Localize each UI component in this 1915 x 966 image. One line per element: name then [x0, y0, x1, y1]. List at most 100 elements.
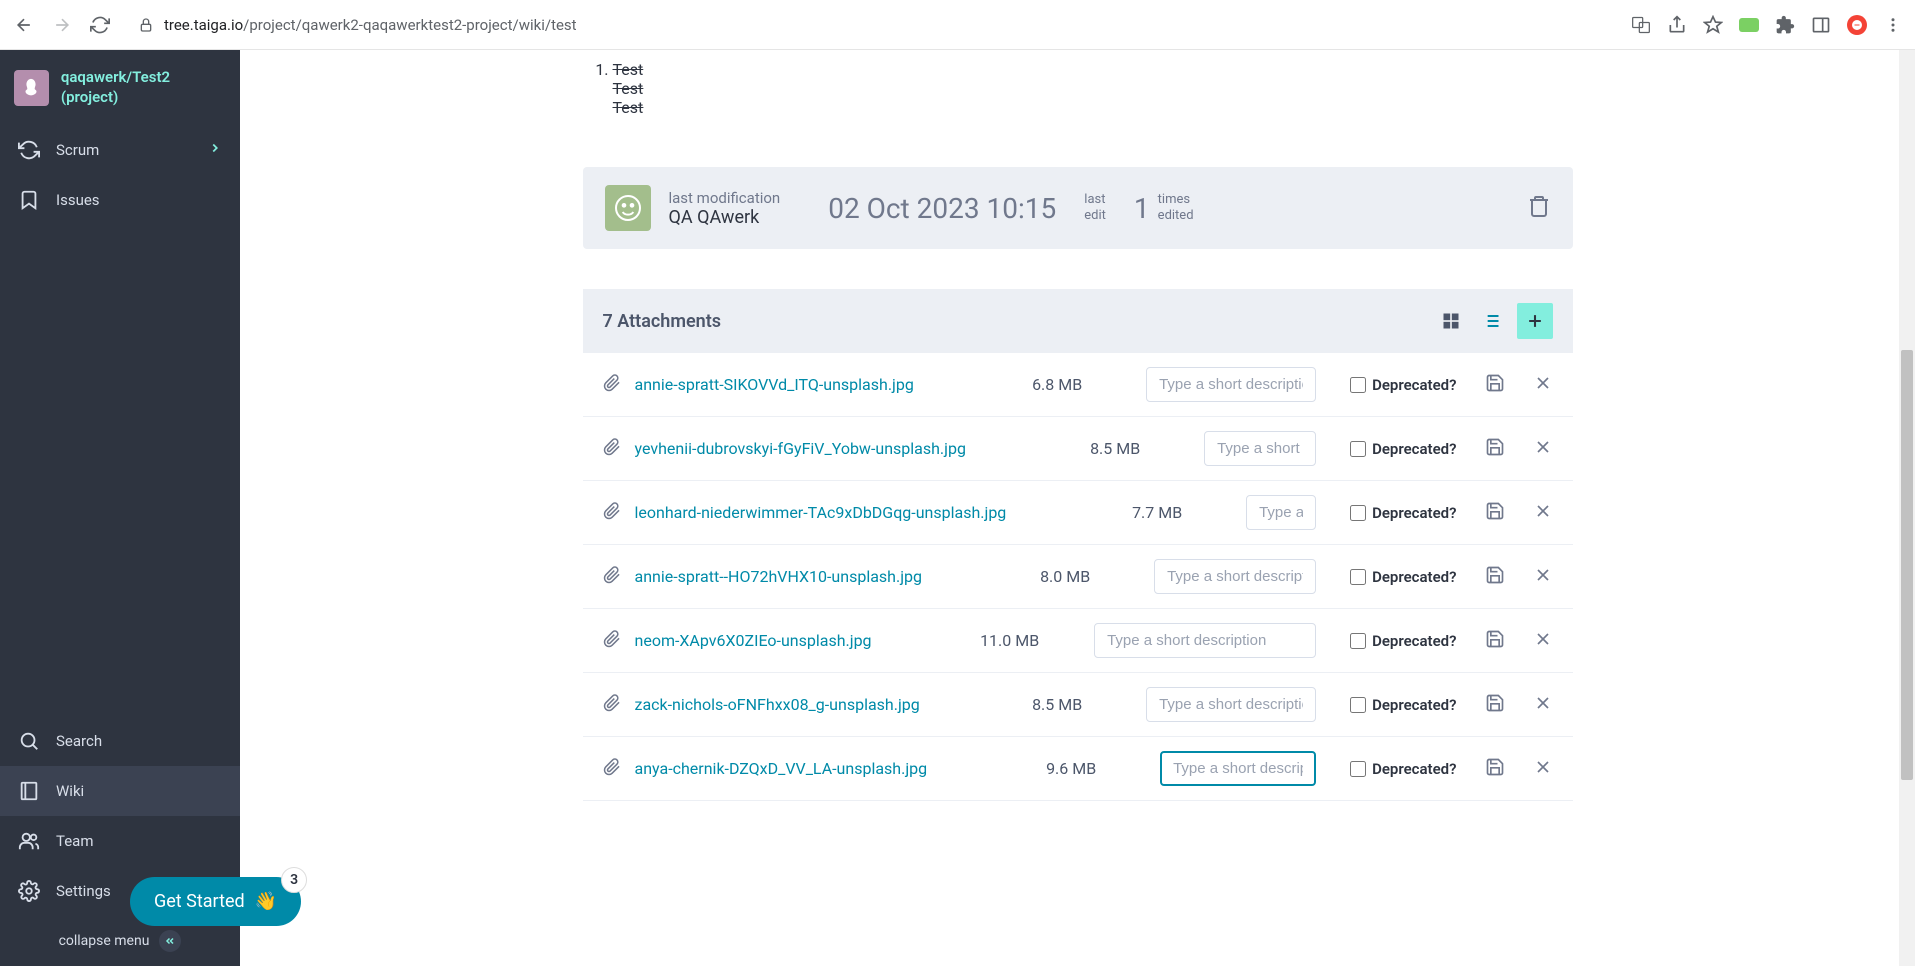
- paperclip-icon: [603, 374, 621, 396]
- sidebar-item-wiki[interactable]: Wiki: [0, 766, 240, 816]
- lock-icon: [138, 17, 154, 33]
- save-icon[interactable]: [1485, 565, 1505, 589]
- sidebar-item-scrum[interactable]: Scrum: [0, 125, 240, 175]
- share-icon[interactable]: [1667, 15, 1687, 35]
- close-icon[interactable]: [1533, 373, 1553, 397]
- attachments-header: 7 Attachments: [583, 289, 1573, 353]
- project-logo: [14, 70, 49, 106]
- close-icon[interactable]: [1533, 565, 1553, 589]
- ext-red-icon[interactable]: [1847, 15, 1867, 35]
- attachment-name[interactable]: zack-nichols-oFNFhxx08_g-unsplash.jpg: [635, 695, 920, 714]
- save-icon[interactable]: [1485, 437, 1505, 461]
- sidebar-item-search[interactable]: Search: [0, 716, 240, 766]
- attachments-title: 7 Attachments: [603, 311, 722, 332]
- attachment-description-input[interactable]: [1246, 495, 1316, 530]
- attachment-size: 8.5 MB: [1090, 439, 1170, 458]
- paperclip-icon: [603, 758, 621, 780]
- main-content: Test Test Test last modification QA QAwe…: [240, 50, 1915, 966]
- reload-button[interactable]: [88, 13, 112, 37]
- scrollbar[interactable]: [1899, 50, 1915, 966]
- translate-icon[interactable]: [1631, 15, 1651, 35]
- sidebar: qaqawerk/Test2 (project) Scrum Issues Se…: [0, 50, 240, 966]
- delete-button[interactable]: [1527, 194, 1551, 222]
- ext-green-icon[interactable]: [1739, 15, 1759, 35]
- attachment-name[interactable]: annie-spratt--HO72hVHX10-unsplash.jpg: [635, 567, 923, 586]
- close-icon[interactable]: [1533, 437, 1553, 461]
- get-started-badge: 3: [281, 867, 307, 893]
- bookmark-icon: [18, 189, 40, 211]
- paperclip-icon: [603, 502, 621, 524]
- browser-toolbar: tree.taiga.io/project/qawerk2-qaqawerkte…: [0, 0, 1915, 50]
- sidebar-item-label: Team: [56, 832, 94, 850]
- attachment-description-input[interactable]: [1160, 751, 1316, 786]
- deprecated-checkbox[interactable]: Deprecated?: [1350, 376, 1456, 394]
- attachment-description-input[interactable]: [1146, 687, 1316, 722]
- project-header[interactable]: qaqawerk/Test2 (project): [0, 50, 240, 125]
- url-path: /project/qawerk2-qaqawerktest2-project/w…: [243, 16, 576, 34]
- sidebar-item-label: Scrum: [56, 141, 99, 159]
- close-icon[interactable]: [1533, 693, 1553, 717]
- gear-icon: [18, 880, 40, 902]
- get-started-button[interactable]: Get Started 👋 3: [130, 877, 301, 926]
- deprecated-checkbox[interactable]: Deprecated?: [1350, 696, 1456, 714]
- attachments-list: annie-spratt-SIKOVVd_ITQ-unsplash.jpg 6.…: [583, 353, 1573, 801]
- modification-bar: last modification QA QAwerk 02 Oct 2023 …: [583, 167, 1573, 249]
- wiki-body: Test Test Test: [583, 60, 1573, 117]
- save-icon[interactable]: [1485, 693, 1505, 717]
- address-bar[interactable]: tree.taiga.io/project/qawerk2-qaqawerkte…: [126, 8, 1617, 42]
- attachment-size: 8.5 MB: [1032, 695, 1112, 714]
- deprecated-checkbox[interactable]: Deprecated?: [1350, 504, 1456, 522]
- people-icon: [18, 830, 40, 852]
- deprecated-checkbox[interactable]: Deprecated?: [1350, 440, 1456, 458]
- attachment-row: annie-spratt-SIKOVVd_ITQ-unsplash.jpg 6.…: [583, 353, 1573, 417]
- attachment-size: 7.7 MB: [1132, 503, 1212, 522]
- attachment-size: 8.0 MB: [1040, 567, 1120, 586]
- attachment-size: 11.0 MB: [980, 631, 1060, 650]
- deprecated-checkbox[interactable]: Deprecated?: [1350, 760, 1456, 778]
- star-icon[interactable]: [1703, 15, 1723, 35]
- sidebar-item-label: Settings: [56, 882, 111, 900]
- close-icon[interactable]: [1533, 501, 1553, 525]
- sidebar-item-label: Issues: [56, 191, 100, 209]
- attachment-name[interactable]: anya-chernik-DZQxD_VV_LA-unsplash.jpg: [635, 759, 928, 778]
- save-icon[interactable]: [1485, 757, 1505, 781]
- add-attachment-button[interactable]: [1517, 303, 1553, 339]
- get-started-label: Get Started: [154, 891, 245, 912]
- attachment-description-input[interactable]: [1204, 431, 1316, 466]
- back-button[interactable]: [12, 13, 36, 37]
- view-grid-button[interactable]: [1433, 303, 1469, 339]
- close-icon[interactable]: [1533, 757, 1553, 781]
- attachment-name[interactable]: yevhenii-dubrovskyi-fGyFiV_Yobw-unsplash…: [635, 439, 966, 458]
- avatar: [605, 185, 651, 231]
- sidebar-item-issues[interactable]: Issues: [0, 175, 240, 225]
- save-icon[interactable]: [1485, 629, 1505, 653]
- attachment-row: anya-chernik-DZQxD_VV_LA-unsplash.jpg 9.…: [583, 737, 1573, 801]
- forward-button[interactable]: [50, 13, 74, 37]
- close-icon[interactable]: [1533, 629, 1553, 653]
- sidebar-item-team[interactable]: Team: [0, 816, 240, 866]
- url-host: tree.taiga.io: [164, 16, 243, 34]
- attachment-description-input[interactable]: [1154, 559, 1316, 594]
- attachment-row: neom-XApv6X0ZIEo-unsplash.jpg 11.0 MB De…: [583, 609, 1573, 673]
- collapse-label: collapse menu: [59, 933, 150, 949]
- project-name: qaqawerk/Test2 (project): [61, 68, 226, 107]
- extensions-icon[interactable]: [1775, 15, 1795, 35]
- mod-times: 1: [1134, 192, 1150, 225]
- attachment-name[interactable]: leonhard-niederwimmer-TAc9xDbDGqg-unspla…: [635, 503, 1007, 522]
- attachment-name[interactable]: neom-XApv6X0ZIEo-unsplash.jpg: [635, 631, 872, 650]
- menu-icon[interactable]: [1883, 15, 1903, 35]
- wave-icon: 👋: [255, 891, 277, 912]
- deprecated-checkbox[interactable]: Deprecated?: [1350, 632, 1456, 650]
- attachment-name[interactable]: annie-spratt-SIKOVVd_ITQ-unsplash.jpg: [635, 375, 914, 394]
- attachment-description-input[interactable]: [1146, 367, 1316, 402]
- deprecated-checkbox[interactable]: Deprecated?: [1350, 568, 1456, 586]
- nav-top: Scrum Issues: [0, 125, 240, 225]
- panel-icon[interactable]: [1811, 15, 1831, 35]
- attachment-description-input[interactable]: [1094, 623, 1316, 658]
- view-list-button[interactable]: [1473, 303, 1509, 339]
- save-icon[interactable]: [1485, 501, 1505, 525]
- search-icon: [18, 730, 40, 752]
- attachment-row: yevhenii-dubrovskyi-fGyFiV_Yobw-unsplash…: [583, 417, 1573, 481]
- save-icon[interactable]: [1485, 373, 1505, 397]
- chevron-right-icon: [208, 141, 222, 159]
